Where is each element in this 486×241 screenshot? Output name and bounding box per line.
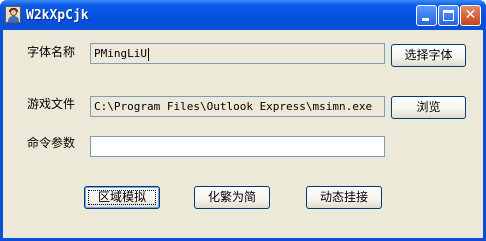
- browse-button[interactable]: 浏览: [391, 96, 466, 119]
- close-button[interactable]: ✕: [460, 5, 481, 26]
- maximize-button[interactable]: [438, 5, 459, 26]
- font-name-label: 字体名称: [27, 45, 76, 59]
- choose-font-button[interactable]: 选择字体: [391, 44, 466, 67]
- user-avatar-icon[interactable]: [5, 6, 21, 23]
- font-name-field[interactable]: PMingLiU: [90, 43, 385, 64]
- avatar-body: [8, 16, 19, 22]
- font-name-value: PMingLiU: [94, 47, 147, 60]
- dialog-client: 字体名称 PMingLiU 选择字体 游戏文件 C:\Program Files…: [3, 30, 483, 238]
- maximize-icon: [443, 10, 454, 21]
- command-args-input[interactable]: [90, 136, 385, 157]
- focus-ring: [88, 190, 156, 205]
- region-emulate-button[interactable]: 区域模拟: [84, 186, 160, 209]
- command-args-label: 命令参数: [27, 136, 76, 150]
- close-icon: ✕: [464, 7, 477, 23]
- text-caret: [147, 47, 149, 61]
- game-file-label: 游戏文件: [27, 97, 76, 111]
- trad-to-simp-button[interactable]: 化繁为简: [194, 186, 270, 209]
- avatar-head: [10, 9, 17, 16]
- game-file-field[interactable]: C:\Program Files\Outlook Express\msimn.e…: [90, 96, 385, 117]
- minimize-icon: [422, 18, 429, 21]
- minimize-button[interactable]: [416, 5, 437, 26]
- window-title: W2kXpCjk: [26, 8, 89, 23]
- dynamic-hook-button[interactable]: 动态挂接: [306, 186, 382, 209]
- app-window: W2kXpCjk ✕ 字体名称 PMingLiU 选择字体 游戏文件 C:\Pr…: [0, 0, 486, 241]
- title-bar[interactable]: W2kXpCjk ✕: [0, 0, 486, 30]
